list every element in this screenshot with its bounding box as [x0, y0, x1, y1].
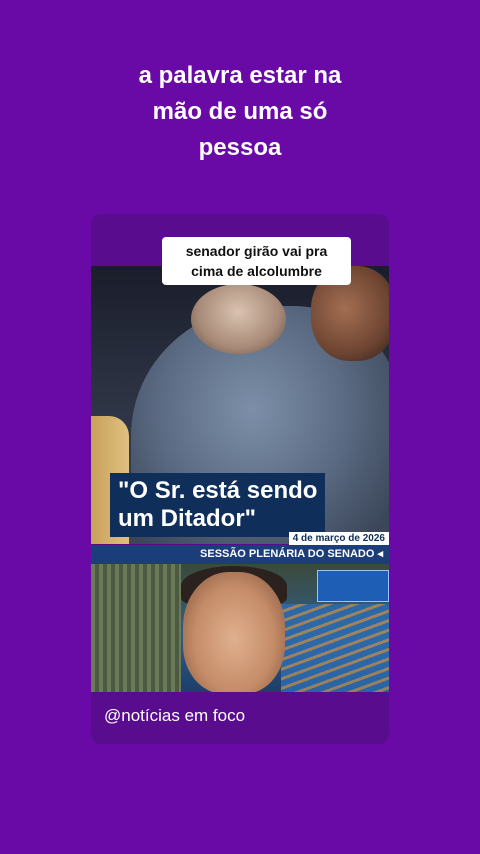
headline-line-3: pessoa: [198, 134, 282, 161]
plenary-background: [91, 564, 181, 692]
session-banner: SESSÃO PLENÁRIA DO SENADO ◂: [91, 545, 389, 564]
headline-line-1: a palavra estar na: [138, 62, 342, 89]
plenary-seats: [281, 604, 389, 692]
video-frame-bottom: [91, 564, 389, 692]
speaker-face: [183, 572, 285, 692]
headline-line-2: mão de uma só: [152, 98, 328, 125]
plenary-screen: [317, 570, 389, 602]
headline-text: a palavra estar na mão de uma só pessoa: [0, 58, 480, 166]
video-card[interactable]: senador girão vai pra cima de alcolumbre…: [91, 214, 389, 744]
channel-handle[interactable]: @notícias em foco: [104, 706, 245, 726]
quote-overlay: "O Sr. está sendo um Ditador": [110, 473, 326, 537]
senator-head: [191, 284, 286, 354]
video-caption: senador girão vai pra cima de alcolumbre: [162, 237, 351, 285]
date-label: 4 de março de 2026: [288, 532, 389, 545]
